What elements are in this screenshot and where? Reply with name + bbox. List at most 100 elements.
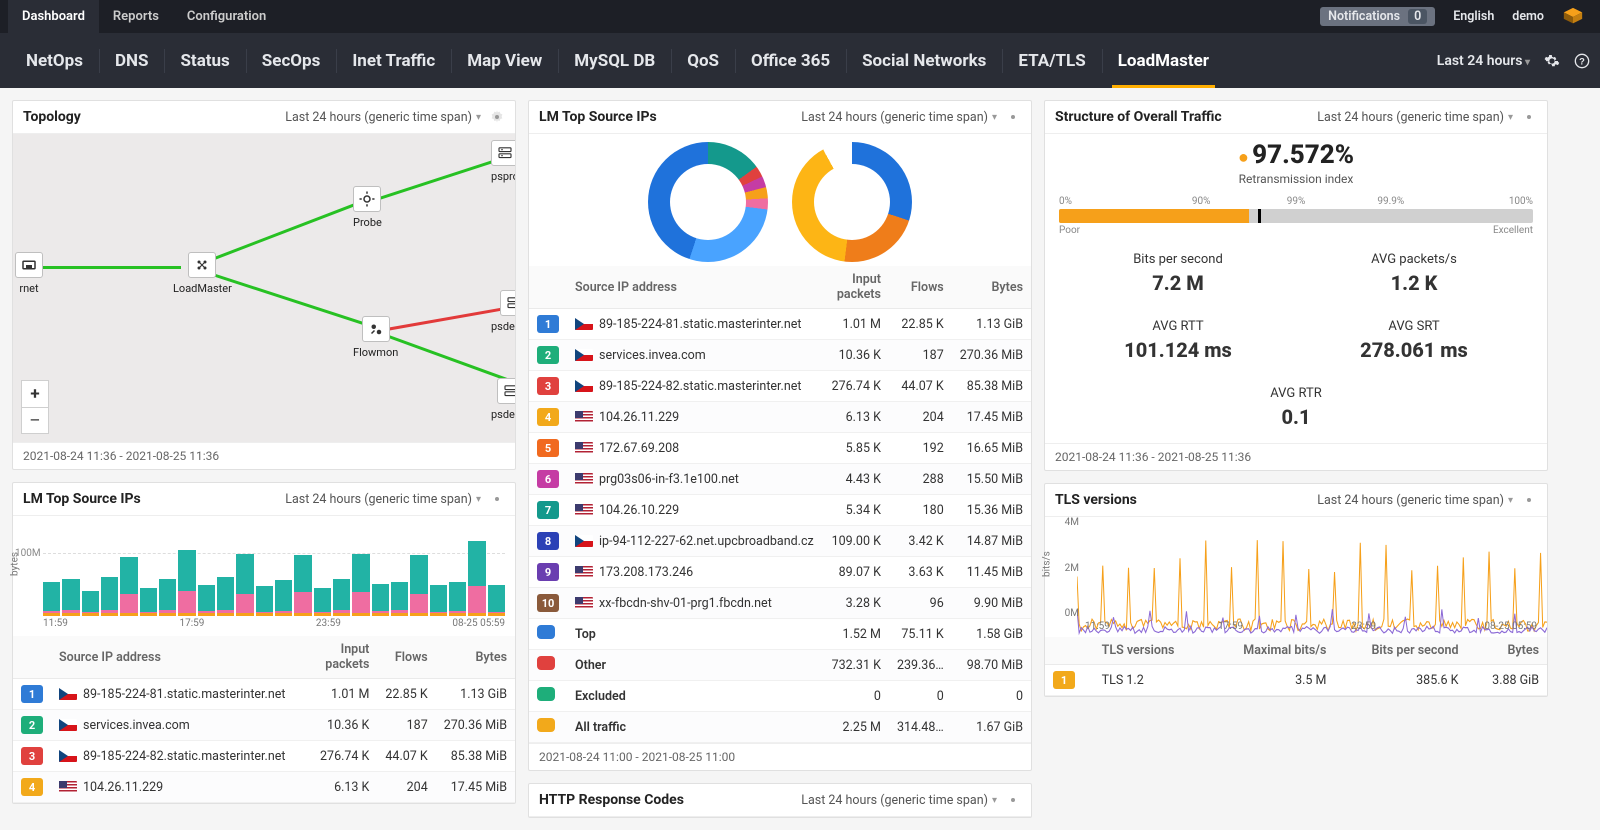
rank-badge: 10 bbox=[537, 594, 559, 612]
kpi-block: AVG packets/s1.2 K bbox=[1301, 252, 1527, 295]
card-timespan[interactable]: Last 24 hours (generic time span) bbox=[1317, 493, 1513, 508]
us-flag-icon bbox=[575, 442, 593, 454]
module-tab[interactable]: MySQL DB bbox=[558, 33, 671, 88]
table-row[interactable]: 1TLS 1.23.5 M385.6 K3.88 GiB bbox=[1045, 665, 1547, 696]
rank-badge: 2 bbox=[21, 716, 43, 734]
card-footer: 2021-08-24 11:00 - 2021-08-25 11:00 bbox=[529, 743, 1031, 770]
notifications-pill[interactable]: Notifications 0 bbox=[1320, 7, 1435, 26]
rank-badge: 9 bbox=[537, 563, 559, 581]
module-tab[interactable]: SecOps bbox=[246, 33, 337, 88]
topbar-tab[interactable]: Reports bbox=[99, 0, 173, 33]
cz-flag-icon bbox=[59, 688, 77, 700]
module-tab[interactable]: QoS bbox=[671, 33, 735, 88]
kpi-block: AVG SRT278.061 ms bbox=[1301, 319, 1527, 362]
card-title: Structure of Overall Traffic bbox=[1055, 109, 1222, 125]
card-timespan[interactable]: Last 24 hours (generic time span) bbox=[285, 492, 481, 507]
node-label: psdemo2 bbox=[491, 320, 515, 333]
kpi-block: AVG RTR0.1 bbox=[1065, 386, 1527, 429]
card-footer: 2021-08-24 11:36 - 2021-08-25 11:36 bbox=[13, 442, 515, 469]
card-lm-big: LM Top Source IPs Last 24 hours (generic… bbox=[528, 100, 1032, 771]
node-server-icon bbox=[500, 290, 515, 316]
table-summary-row[interactable]: All traffic2.25 M314.48…1.67 GiB bbox=[529, 712, 1031, 743]
gear-icon[interactable] bbox=[1005, 109, 1021, 125]
card-structure: Structure of Overall Traffic Last 24 hou… bbox=[1044, 100, 1548, 471]
card-timespan[interactable]: Last 24 hours (generic time span) bbox=[1317, 110, 1513, 125]
table-row[interactable]: 4104.26.11.2296.13 K20417.45 MiB bbox=[529, 402, 1031, 433]
us-flag-icon bbox=[575, 504, 593, 516]
card-timespan[interactable]: Last 24 hours (generic time span) bbox=[285, 110, 481, 125]
donut-chart-left bbox=[648, 142, 768, 262]
node-label: Flowmon bbox=[353, 346, 398, 359]
card-topology: Topology Last 24 hours (generic time spa… bbox=[12, 100, 516, 470]
module-tab[interactable]: Status bbox=[164, 33, 245, 88]
svg-text:?: ? bbox=[1579, 56, 1585, 66]
table-row[interactable]: 189-185-224-81.static.masterinter.net1.0… bbox=[529, 309, 1031, 340]
card-title: TLS versions bbox=[1055, 492, 1137, 508]
table-row[interactable]: 389-185-224-82.static.masterinter.net276… bbox=[13, 741, 515, 772]
table-row[interactable]: 2services.invea.com10.36 K187270.36 MiB bbox=[13, 710, 515, 741]
us-flag-icon bbox=[575, 597, 593, 609]
module-tab[interactable]: NetOps bbox=[10, 33, 99, 88]
card-title: LM Top Source IPs bbox=[539, 109, 657, 125]
node-label: LoadMaster bbox=[173, 282, 232, 295]
gear-icon[interactable] bbox=[489, 109, 505, 125]
user-menu[interactable]: demo bbox=[1512, 9, 1544, 24]
table-row[interactable]: 5172.67.69.2085.85 K19216.65 MiB bbox=[529, 433, 1031, 464]
map-zoom-control: + – bbox=[21, 380, 49, 434]
cz-flag-icon bbox=[59, 750, 77, 762]
table-row[interactable]: 8ip-94-112-227-62.net.upcbroadband.cz109… bbox=[529, 526, 1031, 557]
table-row[interactable]: 10xx-fbcdn-shv-01-prg1.fbcdn.net3.28 K96… bbox=[529, 588, 1031, 619]
donut-chart-right bbox=[792, 142, 912, 262]
retrans-gauge: 0%90%99%99.9%100% PoorExcellent bbox=[1059, 196, 1533, 236]
zoom-in-button[interactable]: + bbox=[22, 381, 48, 407]
lm-big-table: Source IP addressInput packetsFlowsBytes… bbox=[529, 266, 1031, 743]
timerange-selector[interactable]: Last 24 hours bbox=[1437, 53, 1530, 69]
topbar-tab[interactable]: Dashboard bbox=[8, 0, 99, 33]
module-tab[interactable]: DNS bbox=[99, 33, 165, 88]
topbar-tab[interactable]: Configuration bbox=[173, 0, 280, 33]
table-row[interactable]: 6prg03s06-in-f3.1e100.net4.43 K28815.50 … bbox=[529, 464, 1031, 495]
table-row[interactable]: 189-185-224-81.static.masterinter.net1.0… bbox=[13, 679, 515, 710]
gear-icon[interactable] bbox=[489, 491, 505, 507]
module-tab[interactable]: LoadMaster bbox=[1102, 33, 1225, 88]
card-title: Topology bbox=[23, 109, 81, 125]
table-row[interactable]: 4104.26.11.2296.13 K20417.45 MiB bbox=[13, 772, 515, 803]
gear-icon[interactable] bbox=[1544, 53, 1560, 69]
card-tls: TLS versions Last 24 hours (generic time… bbox=[1044, 483, 1548, 697]
table-row[interactable]: 2services.invea.com10.36 K187270.36 MiB bbox=[529, 340, 1031, 371]
table-row[interactable]: 9173.208.173.24689.07 K3.63 K11.45 MiB bbox=[529, 557, 1031, 588]
gear-icon[interactable] bbox=[1521, 492, 1537, 508]
cz-flag-icon bbox=[575, 535, 593, 547]
help-icon[interactable]: ? bbox=[1574, 53, 1590, 69]
table-row[interactable]: 389-185-224-82.static.masterinter.net276… bbox=[529, 371, 1031, 402]
language-selector[interactable]: English bbox=[1453, 9, 1494, 24]
card-timespan[interactable]: Last 24 hours (generic time span) bbox=[801, 110, 997, 125]
table-summary-row[interactable]: Other732.31 K239.36…98.70 MiB bbox=[529, 650, 1031, 681]
topology-map[interactable]: rnet LoadMaster Probe Flowmon pspro bbox=[13, 134, 515, 442]
module-tab[interactable]: Inet Traffic bbox=[336, 33, 451, 88]
node-label: Probe bbox=[353, 216, 382, 229]
card-title: HTTP Response Codes bbox=[539, 792, 684, 808]
gear-icon[interactable] bbox=[1005, 792, 1021, 808]
retrans-value: 97.572 bbox=[1252, 140, 1335, 170]
table-row[interactable]: 7104.26.10.2295.34 K18015.36 MiB bbox=[529, 495, 1031, 526]
zoom-out-button[interactable]: – bbox=[22, 407, 48, 433]
module-tab[interactable]: Social Networks bbox=[846, 33, 1002, 88]
rank-badge: 3 bbox=[537, 377, 559, 395]
node-label: psdemo bbox=[491, 408, 515, 421]
table-summary-row[interactable]: Top1.52 M75.11 K1.58 GiB bbox=[529, 619, 1031, 650]
kpi-block: AVG RTT101.124 ms bbox=[1065, 319, 1291, 362]
module-tab[interactable]: Map View bbox=[451, 33, 558, 88]
notifications-count: 0 bbox=[1408, 9, 1427, 24]
legend-swatch-icon bbox=[537, 625, 555, 639]
module-tab[interactable]: Office 365 bbox=[735, 33, 846, 88]
table-summary-row[interactable]: Excluded000 bbox=[529, 681, 1031, 712]
cz-flag-icon bbox=[59, 719, 77, 731]
brand-logo-icon bbox=[1562, 6, 1584, 28]
topbar: DashboardReportsConfiguration Notificati… bbox=[0, 0, 1600, 33]
legend-swatch-icon bbox=[537, 687, 555, 701]
card-timespan[interactable]: Last 24 hours (generic time span) bbox=[801, 793, 997, 808]
card-title: LM Top Source IPs bbox=[23, 491, 141, 507]
gear-icon[interactable] bbox=[1521, 109, 1537, 125]
module-tab[interactable]: ETA/TLS bbox=[1002, 33, 1101, 88]
